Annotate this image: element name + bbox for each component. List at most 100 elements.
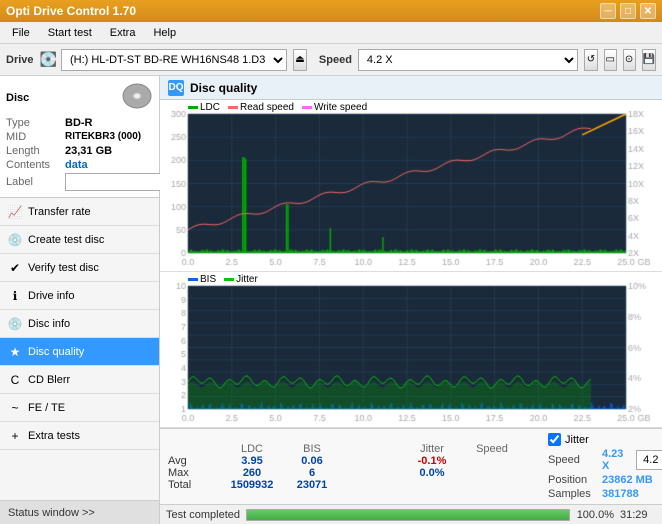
menu-help[interactable]: Help (145, 25, 184, 41)
ldc-chart (160, 100, 662, 271)
erase-button[interactable]: ▭ (604, 49, 617, 71)
avg-jitter: -0.1% (408, 455, 468, 467)
length-value: 23,31 GB (65, 145, 112, 157)
mid-value: RITEKBR3 (000) (65, 131, 141, 143)
samples-value: 381788 (602, 488, 652, 500)
verify-test-disc-icon: ✔ (8, 261, 22, 275)
sidebar-item-cd-blerr[interactable]: C CD Blerr (0, 366, 159, 394)
create-test-disc-icon: 💿 (8, 233, 22, 247)
write-speed-legend-label: Write speed (314, 102, 367, 113)
jitter-checkbox-area: Jitter (548, 433, 662, 446)
sidebar-item-disc-quality[interactable]: ★ Disc quality (0, 338, 159, 366)
main-layout: Disc Type BD-R MID RITEKBR3 (000) Lengt (0, 76, 662, 524)
avg-bis: 0.06 (288, 455, 348, 467)
nav-list: 📈 Transfer rate 💿 Create test disc ✔ Ver… (0, 198, 159, 450)
length-label: Length (6, 145, 61, 157)
col-jitter-header: Jitter (408, 443, 468, 455)
sidebar-item-disc-info[interactable]: 💿 Disc info (0, 310, 159, 338)
position-label: Position (548, 474, 596, 486)
stats-table-area: LDC BIS Jitter Speed Avg 3.95 0 (168, 443, 528, 491)
menu-file[interactable]: File (4, 25, 38, 41)
status-window-button[interactable]: Status window >> (0, 500, 159, 524)
sidebar-item-fe-te[interactable]: ~ FE / TE (0, 394, 159, 422)
bis-legend-item: BIS (188, 274, 216, 285)
col-empty (168, 443, 228, 455)
sidebar-item-transfer-rate[interactable]: 📈 Transfer rate (0, 198, 159, 226)
speed-row-label: Speed (548, 454, 596, 466)
max-spacer (348, 467, 408, 479)
menu-start-test[interactable]: Start test (40, 25, 100, 41)
total-label: Total (168, 479, 228, 491)
sidebar: Disc Type BD-R MID RITEKBR3 (000) Lengt (0, 76, 160, 524)
jitter-checkbox-label: Jitter (565, 434, 589, 446)
type-label: Type (6, 117, 61, 129)
cd-blerr-icon: C (8, 373, 22, 387)
disc-section: Disc Type BD-R MID RITEKBR3 (000) Lengt (0, 76, 159, 198)
drive-icon: 💽 (40, 51, 57, 68)
max-label: Max (168, 467, 228, 479)
bottom-panel: LDC BIS Jitter Speed Avg 3.95 0 (160, 428, 662, 504)
sidebar-item-extra-tests-label: Extra tests (28, 430, 80, 442)
maximize-button[interactable]: □ (620, 3, 636, 19)
sidebar-item-extra-tests[interactable]: + Extra tests (0, 422, 159, 450)
eject-button[interactable]: ⏏ (293, 49, 307, 71)
read-speed-legend-item: Read speed (228, 102, 294, 113)
extra-tests-icon: + (8, 429, 22, 443)
drive-select[interactable]: (H:) HL-DT-ST BD-RE WH16NS48 1.D3 (61, 49, 287, 71)
disc-small-icon (121, 82, 153, 113)
position-value: 23862 MB (602, 474, 653, 486)
chart1-wrapper: LDC Read speed Write speed (160, 100, 662, 272)
menu-extra[interactable]: Extra (102, 25, 144, 41)
bis-legend-dot (188, 278, 198, 281)
disc-section-title: Disc (6, 92, 29, 104)
write-button[interactable]: ⊙ (623, 49, 636, 71)
save-button[interactable]: 💾 (642, 49, 656, 71)
mid-label: MID (6, 131, 61, 143)
progress-percent: 100.0% (576, 509, 614, 521)
minimize-button[interactable]: ─ (600, 3, 616, 19)
stats-row: LDC BIS Jitter Speed Avg 3.95 0 (168, 433, 654, 500)
drive-toolbar: Drive 💽 (H:) HL-DT-ST BD-RE WH16NS48 1.D… (0, 44, 662, 76)
col-spacer (348, 443, 408, 455)
jitter-legend-dot (224, 278, 234, 281)
avg-label: Avg (168, 455, 228, 467)
speed-select[interactable]: 4.2 X (358, 49, 578, 71)
write-speed-legend-item: Write speed (302, 102, 367, 113)
speed-dropdown[interactable]: 4.2 XMax6 X8 X (636, 450, 662, 470)
progress-bar-area: Test completed 100.0% 31:29 (160, 504, 662, 524)
sidebar-item-transfer-rate-label: Transfer rate (28, 206, 91, 218)
window-controls: ─ □ ✕ (600, 3, 656, 19)
status-window-label: Status window >> (8, 507, 95, 519)
close-button[interactable]: ✕ (640, 3, 656, 19)
sidebar-item-drive-info[interactable]: ℹ Drive info (0, 282, 159, 310)
jitter-checkbox[interactable] (548, 433, 561, 446)
sidebar-item-drive-info-label: Drive info (28, 290, 74, 302)
charts-container: LDC Read speed Write speed (160, 100, 662, 428)
total-bis: 23071 (288, 479, 348, 491)
disc-quality-header: DQ Disc quality (160, 76, 662, 100)
speed-pos-area: Speed 4.23 X 4.2 XMax6 X8 X Position 238… (548, 448, 662, 500)
ldc-legend-item: LDC (188, 102, 220, 113)
write-speed-legend-dot (302, 106, 312, 109)
fe-te-icon: ~ (8, 401, 22, 415)
transfer-rate-icon: 📈 (8, 205, 22, 219)
sidebar-item-verify-test-disc[interactable]: ✔ Verify test disc (0, 254, 159, 282)
sidebar-item-disc-quality-label: Disc quality (28, 346, 84, 358)
stats-table: LDC BIS Jitter Speed Avg 3.95 0 (168, 443, 528, 491)
sidebar-item-disc-info-label: Disc info (28, 318, 70, 330)
speed-label: Speed (319, 54, 352, 66)
samples-label: Samples (548, 488, 596, 500)
max-jitter: 0.0% (408, 467, 468, 479)
read-speed-legend-label: Read speed (240, 102, 294, 113)
drive-info-icon: ℹ (8, 289, 22, 303)
max-ldc: 260 (228, 467, 288, 479)
col-ldc-header: LDC (228, 443, 288, 455)
content-area: DQ Disc quality LDC Read speed (160, 76, 662, 524)
sidebar-item-create-test-disc-label: Create test disc (28, 234, 104, 246)
refresh-button[interactable]: ↺ (584, 49, 598, 71)
app-title: Opti Drive Control 1.70 (6, 4, 136, 18)
sidebar-item-cd-blerr-label: CD Blerr (28, 374, 70, 386)
menubar: File Start test Extra Help (0, 22, 662, 44)
sidebar-item-create-test-disc[interactable]: 💿 Create test disc (0, 226, 159, 254)
col-speed-header: Speed (468, 443, 528, 455)
